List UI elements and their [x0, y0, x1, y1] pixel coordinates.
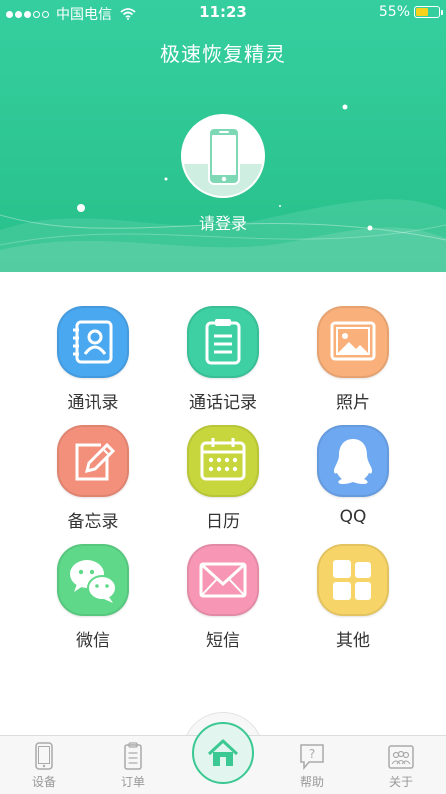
header-banner: 中国电信 11:23 55% 极速恢复精灵 请登录	[0, 0, 446, 272]
svg-text:?: ?	[309, 747, 315, 761]
feature-label: 照片	[336, 393, 370, 413]
feature-label: 微信	[76, 631, 110, 651]
calendar-tile[interactable]	[187, 425, 259, 497]
avatar[interactable]	[181, 114, 265, 198]
contacts-book-icon	[73, 320, 113, 364]
qq-penguin-icon	[333, 439, 373, 484]
feature-label: 短信	[206, 631, 240, 651]
home-button[interactable]	[192, 722, 254, 784]
feature-label: 通话记录	[189, 393, 257, 413]
feature-label: 其他	[336, 631, 370, 651]
tab-label: 帮助	[299, 775, 324, 789]
phone-outline-icon	[35, 742, 53, 770]
call-log-tile[interactable]	[187, 306, 259, 378]
feature-qq[interactable]: QQ	[288, 425, 418, 527]
note-pencil-icon	[75, 442, 116, 481]
wechat-tile[interactable]	[57, 544, 129, 616]
feature-wechat[interactable]: 微信	[28, 544, 158, 651]
feature-other[interactable]: 其他	[288, 544, 418, 651]
help-bubble-icon: ?	[300, 744, 324, 770]
phone-icon	[208, 127, 240, 185]
feature-contacts[interactable]: 通讯录	[28, 306, 158, 413]
tab-label: 关于	[388, 775, 413, 789]
clipboard-list-icon	[205, 319, 241, 365]
contacts-tile[interactable]	[57, 306, 129, 378]
wechat-icon	[70, 560, 117, 603]
qq-tile[interactable]	[317, 425, 389, 497]
feature-photos[interactable]: 照片	[288, 306, 418, 413]
feature-sms[interactable]: 短信	[158, 544, 288, 651]
feature-call-log[interactable]: 通话记录	[158, 306, 288, 413]
battery-icon	[414, 6, 443, 18]
feature-label: QQ	[339, 507, 367, 527]
picture-icon	[330, 321, 376, 361]
tab-help[interactable]: ? 帮助	[272, 742, 352, 790]
tab-about[interactable]: 关于	[361, 742, 441, 790]
tab-label: 订单	[120, 775, 145, 789]
order-list-icon	[124, 742, 142, 770]
status-bar: 中国电信 11:23 55%	[0, 0, 446, 24]
battery-fill	[416, 8, 429, 16]
feature-calendar[interactable]: 日历	[158, 425, 288, 532]
people-group-icon	[388, 745, 414, 769]
app-title: 极速恢复精灵	[160, 42, 286, 66]
photos-tile[interactable]	[317, 306, 389, 378]
battery-percent: 55%	[378, 4, 410, 20]
other-tile[interactable]	[317, 544, 389, 616]
memo-tile[interactable]	[57, 425, 129, 497]
tab-orders[interactable]: 订单	[93, 742, 173, 790]
feature-label: 备忘录	[67, 512, 119, 532]
grid-blocks-icon	[333, 560, 371, 600]
feature-label: 通讯录	[67, 393, 119, 413]
feature-memo[interactable]: 备忘录	[28, 425, 158, 532]
home-icon	[207, 739, 239, 766]
tab-device[interactable]: 设备	[4, 742, 84, 790]
sms-tile[interactable]	[187, 544, 259, 616]
calendar-icon	[200, 438, 246, 481]
tab-label: 设备	[31, 775, 56, 789]
feature-label: 日历	[206, 512, 240, 532]
envelope-icon	[199, 562, 247, 598]
login-link[interactable]: 请登录	[0, 210, 446, 234]
